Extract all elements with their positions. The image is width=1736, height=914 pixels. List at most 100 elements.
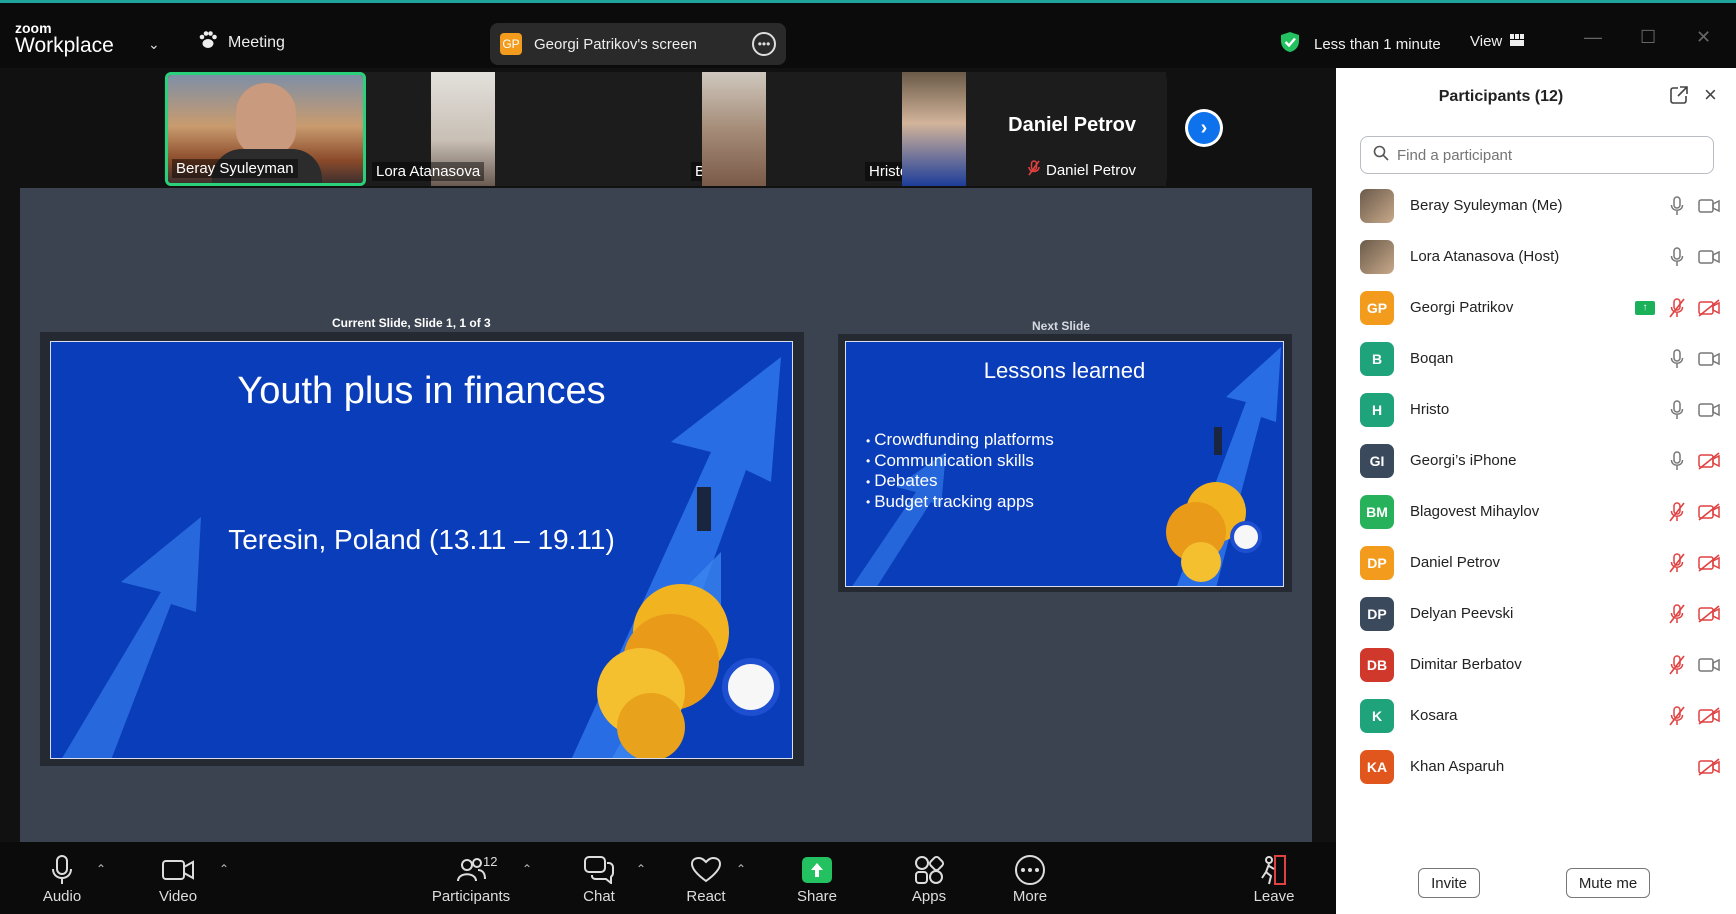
microphone-muted-icon[interactable]	[1666, 603, 1688, 625]
participant-row[interactable]: BM Blagovest Mihaylov	[1360, 486, 1720, 537]
audio-button[interactable]: Audio	[22, 852, 102, 905]
apps-label: Apps	[911, 888, 947, 905]
participant-row[interactable]: Beray Syuleyman (Me)	[1360, 180, 1720, 231]
minimize-icon[interactable]: —	[1584, 27, 1602, 48]
participant-row[interactable]: B Boqan	[1360, 333, 1720, 384]
video-camera-icon[interactable]	[1698, 246, 1720, 268]
video-camera-off-icon[interactable]	[1698, 552, 1720, 574]
encryption-status[interactable]: Less than 1 minute	[1280, 31, 1441, 57]
person-silhouette	[236, 83, 296, 155]
meeting-info-button[interactable]: Meeting	[198, 31, 285, 54]
mute-me-button[interactable]: Mute me	[1566, 868, 1650, 898]
grid-icon	[1510, 33, 1525, 50]
more-options-icon[interactable]: •••	[752, 32, 776, 56]
video-camera-icon[interactable]	[1698, 195, 1720, 217]
audio-label: Audio	[42, 888, 82, 905]
screen-share-label: Georgi Patrikov's screen	[534, 35, 697, 53]
avatar	[1360, 239, 1394, 274]
participant-row[interactable]: DP Delyan Peevski	[1360, 588, 1720, 639]
participant-name: Khan Asparuh	[1410, 758, 1505, 775]
maximize-icon[interactable]: ☐	[1640, 27, 1656, 48]
participant-status-icons	[1666, 705, 1720, 727]
participant-row[interactable]: K Kosara	[1360, 690, 1720, 741]
video-camera-off-icon[interactable]	[1698, 756, 1720, 778]
top-bar: zoom Workplace ⌄ Meeting GP Georgi Patri…	[0, 0, 1736, 68]
video-camera-off-icon[interactable]	[1698, 450, 1720, 472]
participant-row[interactable]: GP Georgi Patrikov ↑	[1360, 282, 1720, 333]
view-button[interactable]: View	[1470, 33, 1525, 50]
chevron-down-icon[interactable]: ⌄	[148, 36, 160, 53]
microphone-muted-icon[interactable]	[1666, 552, 1688, 574]
participants-options-caret[interactable]: ⌃	[522, 862, 532, 876]
invite-button[interactable]: Invite	[1418, 868, 1480, 898]
thumbnail-beray[interactable]: Beray Syuleyman	[165, 72, 366, 186]
shared-screen: Current Slide, Slide 1, 1 of 3 Youth plu…	[20, 188, 1312, 842]
video-camera-off-icon[interactable]	[1698, 297, 1720, 319]
next-slide-title: Lessons learned	[983, 358, 1146, 383]
video-camera-off-icon[interactable]	[1698, 603, 1720, 625]
next-page-button[interactable]: ›	[1185, 109, 1223, 147]
bullet-item: Budget tracking apps	[866, 492, 1054, 513]
video-label: Video	[158, 888, 198, 905]
leave-button[interactable]: Leave	[1234, 852, 1314, 905]
participant-name: Blagovest Mihaylov	[1410, 503, 1540, 520]
apps-button[interactable]: Apps	[889, 852, 969, 905]
microphone-muted-icon[interactable]	[1666, 297, 1688, 319]
participant-row[interactable]: KA Khan Asparuh	[1360, 741, 1720, 792]
react-options-caret[interactable]: ⌃	[736, 862, 746, 876]
microphone-icon[interactable]	[1666, 348, 1688, 370]
microphone-muted-icon[interactable]	[1666, 705, 1688, 727]
more-button[interactable]: More	[990, 852, 1070, 905]
video-camera-off-icon[interactable]	[1698, 705, 1720, 727]
participant-row[interactable]: DP Daniel Petrov	[1360, 537, 1720, 588]
heart-icon	[666, 852, 746, 888]
participant-row[interactable]: DB Dimitar Berbatov	[1360, 639, 1720, 690]
participant-big-name: Daniel Petrov	[1008, 114, 1136, 136]
audio-options-caret[interactable]: ⌃	[96, 862, 106, 876]
chat-options-caret[interactable]: ⌃	[636, 862, 646, 876]
avatar: B	[1360, 341, 1394, 376]
popout-icon[interactable]	[1670, 86, 1688, 109]
screen-sharing-icon: ↑	[1634, 297, 1656, 319]
react-button[interactable]: React	[666, 852, 746, 905]
video-camera-icon[interactable]	[1698, 654, 1720, 676]
logo-workplace-text: Workplace	[15, 34, 114, 57]
participant-status-icons	[1666, 654, 1720, 676]
share-button[interactable]: Share	[777, 852, 857, 905]
close-panel-icon[interactable]: ×	[1704, 82, 1717, 108]
microphone-icon[interactable]	[1666, 399, 1688, 421]
shield-check-icon	[1280, 31, 1300, 57]
thumbnail-hristo[interactable]: Hristo	[766, 72, 966, 186]
next-slide-bullets: Crowdfunding platforms Communication ski…	[866, 430, 1054, 512]
screen-share-pill[interactable]: GP Georgi Patrikov's screen •••	[490, 23, 786, 65]
microphone-icon[interactable]	[1666, 195, 1688, 217]
close-icon[interactable]: ✕	[1696, 27, 1711, 48]
participant-status-icons	[1666, 195, 1720, 217]
microphone-icon[interactable]	[1666, 450, 1688, 472]
chat-button[interactable]: Chat	[559, 852, 639, 905]
participant-search-field[interactable]	[1360, 136, 1714, 174]
thumbnail-boqan[interactable]: Boqan	[566, 72, 766, 186]
video-camera-icon[interactable]	[1698, 399, 1720, 421]
participant-status-icons	[1666, 603, 1720, 625]
current-slide: Youth plus in finances Teresin, Poland (…	[50, 341, 793, 759]
microphone-muted-icon[interactable]	[1666, 654, 1688, 676]
search-icon	[1373, 145, 1389, 166]
video-camera-off-icon[interactable]	[1698, 501, 1720, 523]
meeting-toolbar: Audio ⌃ Video ⌃ 12 Participants ⌃ Chat ⌃	[0, 842, 1336, 914]
participant-row[interactable]: H Hristo	[1360, 384, 1720, 435]
thumbnail-lora[interactable]: Lora Atanasova	[368, 72, 566, 186]
microphone-icon[interactable]	[1666, 246, 1688, 268]
thumbnail-daniel[interactable]: Daniel Petrov Daniel Petrov	[966, 72, 1166, 186]
leave-icon	[1234, 852, 1314, 888]
participant-row[interactable]: Lora Atanasova (Host)	[1360, 231, 1720, 282]
video-options-caret[interactable]: ⌃	[219, 862, 229, 876]
microphone-muted-icon[interactable]	[1666, 501, 1688, 523]
video-camera-icon[interactable]	[1698, 348, 1720, 370]
participant-status-icons	[1666, 501, 1720, 523]
video-button[interactable]: Video	[138, 852, 218, 905]
participant-row[interactable]: GI Georgi’s iPhone	[1360, 435, 1720, 486]
participants-button[interactable]: 12 Participants	[421, 852, 521, 905]
participant-name: Georgi Patrikov	[1410, 299, 1514, 316]
search-input[interactable]	[1397, 146, 1677, 164]
